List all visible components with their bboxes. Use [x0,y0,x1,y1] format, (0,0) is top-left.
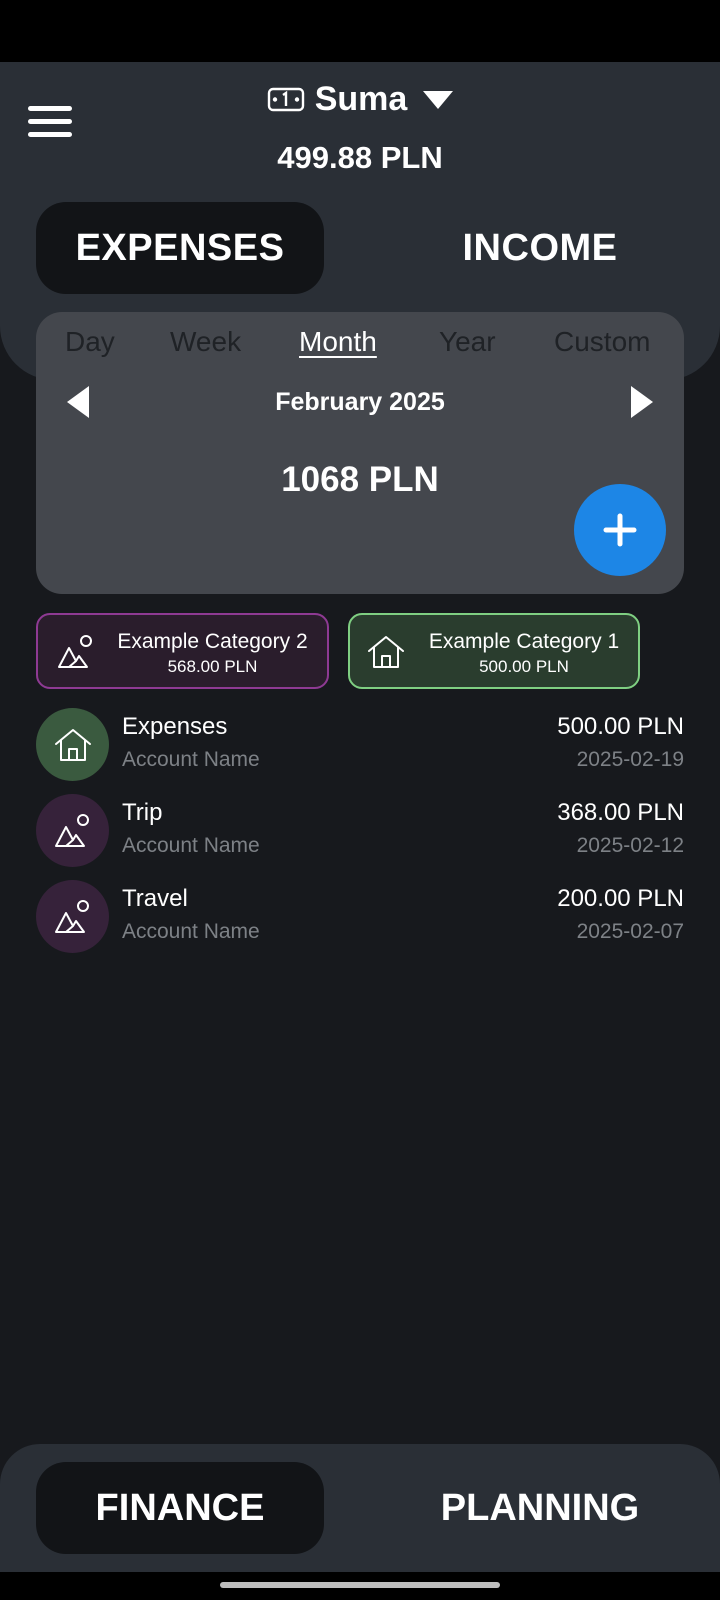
transaction-amount: 200.00 PLN [557,885,684,912]
category-chip-example-category-2[interactable]: Example Category 2 568.00 PLN [36,613,329,689]
transaction-date: 2025-02-07 [576,920,684,943]
add-transaction-button[interactable] [574,484,666,576]
period-tab-month[interactable]: Month [299,326,377,358]
transaction-amount: 368.00 PLN [557,799,684,826]
caret-down-icon [423,91,454,109]
category-amount: 568.00 PLN [167,657,258,676]
category-amount: 500.00 PLN [479,657,569,676]
house-icon [368,636,404,668]
transaction-row[interactable]: Expenses Account Name 500.00 PLN 2025-02… [36,706,684,792]
house-icon [54,728,91,761]
period-tabs: Day Week Month Year Custom [36,326,684,366]
account-name: Suma [314,79,408,118]
transaction-title: Expenses [122,713,228,740]
category-avatar [36,794,109,867]
home-indicator[interactable] [220,1582,500,1588]
period-tab-day[interactable]: Day [65,326,115,358]
transaction-account: Account Name [122,834,260,857]
tab-income[interactable]: INCOME [396,202,684,294]
bottom-navigation: FINANCE PLANNING [0,1444,720,1572]
nav-tab-finance[interactable]: FINANCE [36,1462,324,1554]
transaction-amount: 500.00 PLN [557,713,684,740]
transaction-account: Account Name [122,920,260,943]
transaction-title: Trip [122,799,163,826]
period-tab-week[interactable]: Week [170,326,241,358]
transaction-row[interactable]: Travel Account Name 200.00 PLN 2025-02-0… [36,878,684,964]
gesture-bar [0,1572,720,1600]
transaction-title: Travel [122,885,188,912]
period-tab-custom[interactable]: Custom [554,326,650,358]
plus-icon [603,513,637,547]
app-screen: Suma 499.88 PLN EXPENSES INCOME Day Week… [0,0,720,1600]
period-total: 1068 PLN [281,460,439,499]
transaction-row[interactable]: Trip Account Name 368.00 PLN 2025-02-12 [36,792,684,878]
nav-tab-planning[interactable]: PLANNING [396,1462,684,1554]
category-name: Example Category 2 [117,630,308,653]
account-balance: 499.88 PLN [277,140,443,175]
mountain-sun-icon [54,899,89,933]
category-avatar [36,880,109,953]
period-label: February 2025 [275,388,445,416]
category-avatar [36,708,109,781]
chevron-right-icon [631,386,653,418]
mountain-sun-icon [54,813,89,847]
wallet-icon [267,87,304,112]
next-period-button[interactable] [622,382,662,422]
period-tab-year[interactable]: Year [439,326,496,358]
transaction-list: Expenses Account Name 500.00 PLN 2025-02… [36,706,684,964]
transaction-date: 2025-02-19 [576,748,684,771]
tab-expenses[interactable]: EXPENSES [36,202,324,294]
status-bar [0,0,720,62]
account-selector[interactable]: Suma [0,76,720,122]
transaction-account: Account Name [122,748,260,771]
mountain-sun-icon [58,635,92,668]
transaction-date: 2025-02-12 [576,834,684,857]
category-name: Example Category 1 [428,630,620,653]
period-summary-card: Day Week Month Year Custom February 2025… [36,312,684,594]
category-chip-example-category-1[interactable]: Example Category 1 500.00 PLN [348,613,640,689]
